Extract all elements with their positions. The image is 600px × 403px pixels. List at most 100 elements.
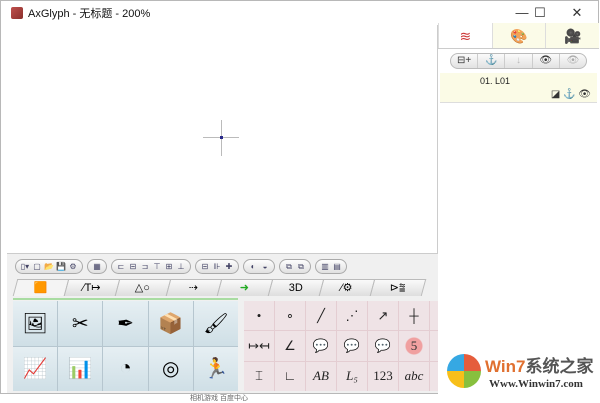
layer-item[interactable]: 01. L01 ◪ ⚓ 👁 — [440, 73, 597, 103]
shape-tool-button[interactable]: ⌶ — [244, 361, 274, 391]
tool-tabs: 🟧 ∕T↦ △○ ⇢ ➜ 3D ⁄⚙ ⊳⩰ — [7, 279, 438, 296]
shape-tool-button[interactable]: 💬 — [337, 331, 367, 361]
toolbar-group: ⊏ ⊟ ⊐ ⊤ ⊞ ⊥ — [111, 259, 191, 274]
maximize-button[interactable]: ☐ — [524, 1, 556, 25]
watermark-brand-text: 系统之家 — [525, 357, 594, 376]
object-tool-button[interactable]: ◔ — [103, 346, 148, 391]
shape-tool-button[interactable]: • — [244, 301, 274, 331]
toolbar-button[interactable]: ▥ — [319, 260, 331, 273]
title-bar: AxGlyph - 无标题 - 200% — ☐ ✕ — [1, 1, 598, 25]
layer-toolbar: ⊟+ ⚓ ↓ 👁 👁 — [450, 53, 587, 69]
shape-tools-grid: • ∘ ╱ ⋰ ↗ ┼ ↦↤ ∠ 💬 💬 💬 5 ⌶ ∟ AB L₅ 123 abc — [244, 301, 438, 391]
toolbar-button[interactable]: ⧉ — [283, 260, 295, 273]
tool-tab-label: ∕T↦ — [82, 282, 101, 294]
object-tool-button[interactable]: 📦 — [148, 301, 193, 346]
drawing-canvas[interactable] — [1, 25, 438, 253]
toolbar-button[interactable]: ⚙ — [67, 260, 79, 273]
toolbar-button[interactable]: ⊟ — [127, 260, 139, 273]
background-taskbar-text: 相机游戏 百度中心 — [190, 395, 248, 402]
object-tools-grid: 🖼 ✂ ✒ 📦 🖌 📈 📊 ◔ ◎ 🏃 — [13, 301, 238, 391]
add-layer-button[interactable]: ⊟+ — [451, 54, 479, 68]
object-tool-button[interactable]: 🏃 — [193, 346, 238, 391]
hide-button[interactable]: 👁 — [560, 54, 586, 68]
toolbar-button[interactable]: ⊟ — [199, 260, 211, 273]
active-tab-indicator — [13, 298, 238, 300]
tool-tab-label: ⊳⩰ — [389, 282, 406, 294]
toolbar-button[interactable]: ⊥ — [175, 260, 187, 273]
object-tool-button[interactable]: ✂ — [58, 301, 103, 346]
tool-panel: ▯▾ ▢ 📂 💾 ⚙ ▦ ⊏ ⊟ ⊐ ⊤ ⊞ ⊥ ⊟ ⊪ ✚ ◐ ◒ ⧉ ⧉ ▥ ▤ 🟧 ∕T↦ △○ ⇢ ➜ 3D ⁄⚙ ⊳⩰ 🖼 ✂… — [7, 253, 438, 393]
shape-tool-button[interactable] — [430, 361, 438, 391]
object-tool-button[interactable]: 📈 — [13, 346, 58, 391]
toolbar-button[interactable]: ⊞ — [163, 260, 175, 273]
layer-name: 01. L01 — [480, 76, 511, 86]
toolbar-button[interactable]: 📂 — [43, 260, 55, 273]
toolbar-button[interactable]: ◐ — [247, 260, 259, 273]
toolbar-button[interactable]: 💾 — [55, 260, 67, 273]
palette-icon: 🎨 — [510, 28, 528, 44]
toolbar-button[interactable]: ✚ — [223, 260, 235, 273]
toolbar: ▯▾ ▢ 📂 💾 ⚙ ▦ ⊏ ⊟ ⊐ ⊤ ⊞ ⊥ ⊟ ⊪ ✚ ◐ ◒ ⧉ ⧉ ▥ ▤ — [7, 254, 438, 276]
windows-logo-icon — [447, 354, 481, 388]
shape-tool-button[interactable]: ┼ — [399, 301, 429, 331]
layer-visibility-icons[interactable]: ◪ ⚓ 👁 — [551, 89, 591, 100]
shape-tool-button[interactable]: L₅ — [337, 361, 367, 391]
right-panel: ≋ 🎨 🎥 ⊟+ ⚓ ↓ 👁 👁 01. L01 ◪ ⚓ 👁 — [438, 23, 600, 395]
palette-tab[interactable]: 🎨 — [491, 23, 546, 48]
watermark-brand: Win7 — [485, 357, 526, 376]
tool-tab-label: 3D — [288, 282, 303, 294]
camera-tab[interactable]: 🎥 — [545, 23, 600, 48]
shape-tool-button[interactable] — [430, 301, 438, 331]
tool-tab-label: ⁄⚙ — [340, 282, 353, 294]
shape-tool-button[interactable]: 123 — [368, 361, 398, 391]
shape-tool-button[interactable]: ∟ — [275, 361, 305, 391]
tool-tab[interactable]: ∕T↦ — [63, 279, 121, 296]
anchor-button[interactable]: ⚓ — [478, 54, 506, 68]
toolbar-button[interactable]: ▦ — [91, 260, 103, 273]
tool-tab[interactable]: 3D — [267, 279, 325, 296]
toolbar-button[interactable]: ▢ — [31, 260, 43, 273]
app-icon — [11, 7, 23, 19]
shape-tool-button[interactable] — [430, 331, 438, 361]
toolbar-group: ⊟ ⊪ ✚ — [195, 259, 239, 274]
shape-tool-button[interactable]: ╱ — [306, 301, 336, 331]
object-tool-button[interactable]: ◎ — [148, 346, 193, 391]
tool-tab[interactable]: ⊳⩰ — [369, 279, 427, 296]
tool-tab[interactable]: △○ — [114, 279, 172, 296]
shape-tool-button[interactable]: abc — [399, 361, 429, 391]
tool-tab-label: △○ — [135, 282, 151, 294]
move-down-button[interactable]: ↓ — [505, 54, 533, 68]
toolbar-button[interactable]: ⊐ — [139, 260, 151, 273]
shape-tool-button[interactable]: 💬 — [368, 331, 398, 361]
app-window: AxGlyph - 无标题 - 200% — ☐ ✕ ≋ 🎨 🎥 ⊟+ ⚓ ↓ … — [0, 0, 600, 395]
toolbar-button[interactable]: ⊏ — [115, 260, 127, 273]
close-button[interactable]: ✕ — [561, 1, 593, 25]
shape-tool-button[interactable]: 💬 — [306, 331, 336, 361]
toolbar-button[interactable]: ◒ — [259, 260, 271, 273]
toolbar-button[interactable]: ⧉ — [295, 260, 307, 273]
object-tool-button[interactable]: 📊 — [58, 346, 103, 391]
shape-tool-button[interactable]: AB — [306, 361, 336, 391]
shape-tool-button[interactable]: ⋰ — [337, 301, 367, 331]
shape-tool-button[interactable]: ∠ — [275, 331, 305, 361]
layers-tab[interactable]: ≋ — [438, 23, 492, 48]
toolbar-button[interactable]: ⊤ — [151, 260, 163, 273]
origin-point — [220, 136, 223, 139]
tool-tab[interactable]: 🟧 — [12, 279, 70, 296]
toolbar-button[interactable]: ▯▾ — [19, 260, 31, 273]
shape-tool-button[interactable]: ∘ — [275, 301, 305, 331]
tool-tab[interactable]: ⁄⚙ — [318, 279, 376, 296]
object-tool-button[interactable]: 🖼 — [13, 301, 58, 346]
toolbar-group: ▦ — [87, 259, 107, 274]
tool-tab[interactable]: ⇢ — [165, 279, 223, 296]
shape-tool-button[interactable]: ↗ — [368, 301, 398, 331]
show-button[interactable]: 👁 — [533, 54, 560, 68]
shape-tool-button[interactable]: 5 — [399, 331, 429, 361]
tool-tab[interactable]: ➜ — [216, 279, 274, 296]
object-tool-button[interactable]: 🖌 — [193, 301, 238, 346]
toolbar-group: ▯▾ ▢ 📂 💾 ⚙ — [15, 259, 83, 274]
shape-tool-button[interactable]: ↦↤ — [244, 331, 274, 361]
object-tool-button[interactable]: ✒ — [103, 301, 148, 346]
toolbar-button[interactable]: ▤ — [331, 260, 343, 273]
toolbar-button[interactable]: ⊪ — [211, 260, 223, 273]
